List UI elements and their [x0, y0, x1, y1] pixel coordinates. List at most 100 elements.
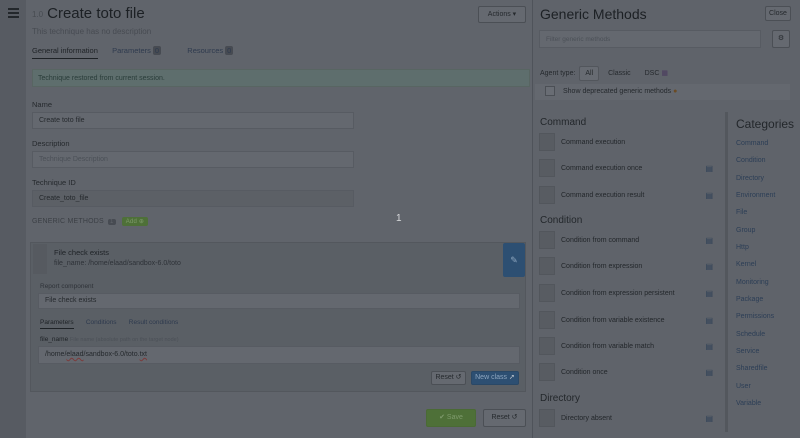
- method-label: Command execution once: [561, 165, 643, 172]
- method-condition-from-command[interactable]: Condition from command ▤: [539, 230, 719, 252]
- method-condition-from-expression-persistent[interactable]: Condition from expression persistent ▤: [539, 283, 719, 305]
- agent-type-filter: Agent type: All Classic DSC ▦: [540, 66, 673, 81]
- show-deprecated-checkbox[interactable]: [545, 86, 555, 97]
- doc-icon[interactable]: ▤: [705, 408, 713, 430]
- path-prefix: /home/: [45, 351, 67, 358]
- drag-handle[interactable]: [539, 133, 555, 152]
- reset-button[interactable]: Reset ↺: [483, 409, 526, 427]
- drag-handle[interactable]: [539, 231, 555, 250]
- new-class-label: New class: [475, 374, 508, 381]
- cursor-icon: ➚: [508, 374, 515, 381]
- drag-handle[interactable]: [539, 311, 555, 330]
- page-subtitle: This technique has no description: [32, 27, 152, 36]
- settings-icon[interactable]: ⚙: [772, 30, 790, 48]
- generic-methods-count: 1: [108, 219, 116, 225]
- drag-handle[interactable]: [539, 363, 555, 382]
- method-label: Command execution result: [561, 192, 645, 199]
- agent-type-label: Agent type:: [540, 70, 576, 77]
- tab-parameters[interactable]: Parameters 0: [112, 46, 173, 55]
- edit-pencil-icon[interactable]: ✎: [503, 243, 525, 277]
- agent-option-all[interactable]: All: [579, 66, 600, 81]
- drag-handle[interactable]: [539, 409, 555, 428]
- doc-icon[interactable]: ▤: [705, 230, 713, 252]
- agent-option-classic[interactable]: Classic: [603, 67, 636, 80]
- path-middle: /sandbox-6.0/toto.: [83, 351, 140, 358]
- tab-resources[interactable]: Resources 0: [187, 46, 245, 55]
- method-label: Condition from command: [561, 237, 640, 244]
- drag-handle[interactable]: [539, 257, 555, 276]
- description-label: Description: [32, 139, 70, 148]
- doc-icon[interactable]: ▤: [705, 283, 713, 305]
- category-link-monitoring[interactable]: Monitoring: [736, 279, 769, 286]
- name-input[interactable]: Create toto file: [32, 112, 354, 129]
- filter-methods-input[interactable]: Filter generic methods: [539, 30, 761, 48]
- report-component-input[interactable]: File check exists: [38, 293, 520, 309]
- actions-dropdown[interactable]: Actions ▾: [478, 6, 526, 23]
- category-link-service[interactable]: Service: [736, 348, 759, 355]
- category-link-user[interactable]: User: [736, 383, 751, 390]
- parameter-value-input[interactable]: /home/elaad/sandbox-6.0/toto.txt: [38, 346, 520, 364]
- category-link-file[interactable]: File: [736, 209, 747, 216]
- page-title: 1.0 Create toto file: [32, 5, 145, 22]
- category-link-kernel[interactable]: Kernel: [736, 261, 756, 268]
- doc-icon[interactable]: ▤: [705, 158, 713, 180]
- method-condition-from-variable-existence[interactable]: Condition from variable existence ▤: [539, 310, 719, 332]
- method-condition-once[interactable]: Condition once ▤: [539, 362, 719, 384]
- category-link-condition[interactable]: Condition: [736, 157, 766, 164]
- description-input[interactable]: Technique Description: [32, 151, 354, 168]
- method-label: Condition from variable existence: [561, 317, 665, 324]
- show-deprecated-label: Show deprecated generic methods: [563, 88, 672, 95]
- save-button[interactable]: ✔ Save: [426, 409, 476, 427]
- category-link-variable[interactable]: Variable: [736, 400, 761, 407]
- category-link-group[interactable]: Group: [736, 227, 755, 234]
- tab-method-result-conditions[interactable]: Result conditions: [129, 319, 179, 326]
- method-condition-from-variable-match[interactable]: Condition from variable match ▤: [539, 336, 719, 358]
- method-command-execution-once[interactable]: Command execution once ▤: [539, 158, 719, 180]
- methods-scrollbar[interactable]: [725, 112, 728, 432]
- category-link-schedule[interactable]: Schedule: [736, 331, 765, 338]
- new-class-button[interactable]: New class ➚: [471, 371, 519, 385]
- method-label: Condition from variable match: [561, 343, 654, 350]
- add-method-button[interactable]: Add ⊕: [121, 217, 149, 226]
- left-rail: [0, 0, 26, 438]
- method-command-execution[interactable]: Command execution: [539, 132, 719, 154]
- resources-count-badge: 0: [225, 46, 234, 55]
- drag-handle[interactable]: [539, 186, 555, 205]
- doc-icon[interactable]: ▤: [705, 336, 713, 358]
- method-command-execution-result[interactable]: Command execution result ▤: [539, 185, 719, 207]
- category-link-sharedfile[interactable]: Sharedfile: [736, 365, 768, 372]
- menu-icon[interactable]: [8, 8, 19, 20]
- parameter-name: file_name: [40, 336, 69, 343]
- method-title: File check exists: [54, 248, 110, 257]
- doc-icon[interactable]: ▤: [705, 256, 713, 278]
- path-extension: txt: [139, 351, 147, 358]
- category-link-http[interactable]: Http: [736, 244, 749, 251]
- close-button[interactable]: Close: [765, 6, 791, 21]
- drag-handle[interactable]: [33, 244, 47, 274]
- drag-handle[interactable]: [539, 337, 555, 356]
- technique-id-input: Create_toto_file: [32, 190, 354, 207]
- tab-method-conditions[interactable]: Conditions: [86, 319, 117, 326]
- show-deprecated-row[interactable]: Show deprecated generic methods ●: [535, 84, 790, 100]
- path-user: elaad: [66, 351, 84, 358]
- category-link-environment[interactable]: Environment: [736, 192, 775, 199]
- parameter-label: file_name File name (absolute path on th…: [40, 336, 179, 343]
- tab-general-information[interactable]: General information: [32, 46, 98, 59]
- category-link-permissions[interactable]: Permissions: [736, 313, 774, 320]
- agent-option-dsc-label: DSC: [644, 70, 660, 77]
- restore-alert: Technique restored from current session.: [32, 69, 530, 87]
- method-reset-button[interactable]: Reset ↺: [431, 371, 466, 385]
- report-component-label: Report component: [40, 283, 94, 290]
- method-directory-absent[interactable]: Directory absent ▤: [539, 408, 719, 430]
- drag-handle[interactable]: [539, 284, 555, 303]
- category-link-package[interactable]: Package: [736, 296, 763, 303]
- method-condition-from-expression[interactable]: Condition from expression ▤: [539, 256, 719, 278]
- doc-icon[interactable]: ▤: [705, 185, 713, 207]
- doc-icon[interactable]: ▤: [705, 310, 713, 332]
- doc-icon[interactable]: ▤: [705, 362, 713, 384]
- drag-handle[interactable]: [539, 159, 555, 178]
- category-link-command[interactable]: Command: [736, 140, 768, 147]
- agent-option-dsc[interactable]: DSC ▦: [640, 66, 673, 80]
- tab-method-parameters[interactable]: Parameters: [40, 319, 74, 329]
- category-link-directory[interactable]: Directory: [736, 175, 764, 182]
